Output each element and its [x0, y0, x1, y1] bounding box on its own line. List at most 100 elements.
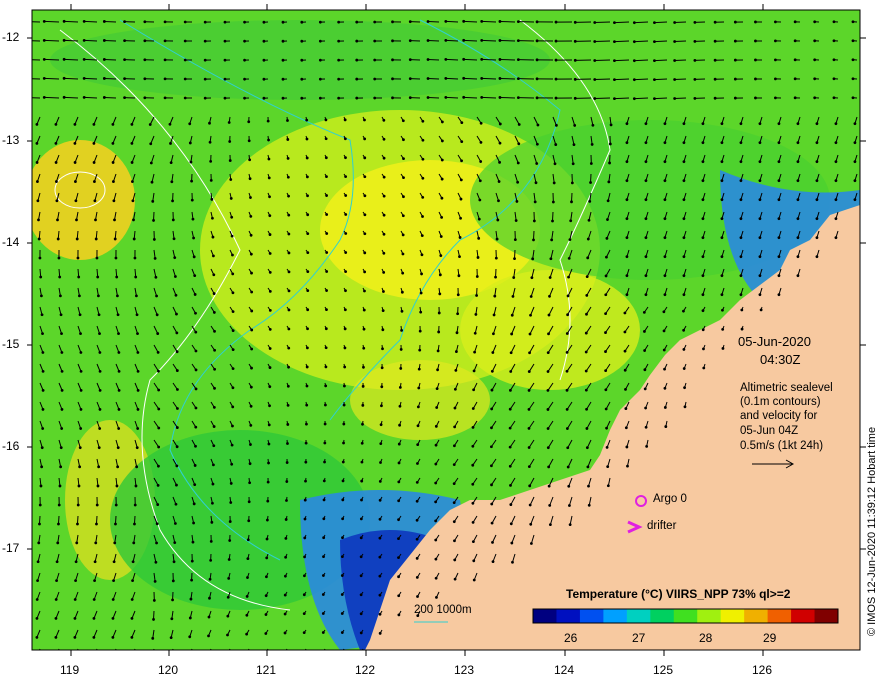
velocity-arrow-head — [92, 122, 96, 126]
velocity-arrow-head — [462, 95, 466, 99]
velocity-arrow-head — [212, 254, 215, 258]
velocity-arrow-head — [243, 58, 246, 62]
velocity-arrow-head — [303, 574, 306, 578]
velocity-arrow-head — [188, 141, 192, 145]
velocity-arrow-head — [152, 599, 156, 602]
velocity-arrow-head — [453, 577, 457, 581]
velocity-arrow-head — [79, 427, 83, 430]
velocity-arrow-head — [554, 143, 558, 146]
velocity-arrow-head — [134, 484, 138, 488]
velocity-arrow-head — [570, 181, 574, 185]
velocity-arrow-head — [363, 232, 367, 236]
velocity-arrow-head — [515, 200, 519, 203]
velocity-arrow-head — [444, 39, 448, 42]
velocity-arrow-head — [434, 576, 438, 580]
velocity-arrow-head — [135, 465, 139, 469]
velocity-arrow-head — [73, 616, 77, 620]
velocity-arrow-head — [264, 594, 268, 598]
velocity-arrow-head — [528, 332, 532, 336]
velocity-arrow-head — [391, 39, 394, 43]
velocity-arrow-head — [287, 194, 290, 198]
velocity-arrow — [654, 97, 668, 100]
velocity-arrow-head — [573, 77, 577, 81]
velocity-arrow-head — [777, 236, 781, 240]
velocity-arrow-head — [359, 593, 363, 597]
velocity-arrow-head — [420, 253, 424, 257]
velocity-arrow-head — [701, 217, 705, 221]
velocity-arrow-head — [490, 521, 494, 525]
velocity-arrow-head — [287, 270, 291, 274]
lat-label: -16 — [2, 439, 20, 453]
velocity-arrow-head — [305, 137, 309, 141]
colorbar-swatch — [814, 609, 839, 623]
velocity-arrow-head — [535, 39, 539, 43]
velocity-arrow-head — [644, 236, 648, 240]
velocity-arrow-head — [343, 346, 347, 350]
velocity-arrow-head — [115, 484, 119, 488]
velocity-arrow-head — [363, 270, 367, 274]
velocity-arrow-head — [360, 498, 363, 502]
velocity-arrow-head — [192, 521, 195, 525]
velocity-arrow-head — [758, 217, 762, 221]
velocity-arrow-head — [102, 96, 106, 99]
velocity-arrow-head — [701, 179, 705, 183]
velocity-arrow-head — [682, 141, 686, 145]
velocity-arrow-head — [286, 442, 289, 445]
velocity-arrow-head — [302, 612, 306, 616]
velocity-arrow-head — [151, 656, 154, 659]
velocity-arrow-head — [739, 255, 743, 259]
velocity-arrow-head — [834, 141, 838, 145]
velocity-arrow-head — [343, 327, 347, 331]
velocity-arrow-head — [223, 39, 227, 43]
colorbar-swatch — [697, 609, 722, 623]
velocity-arrow-head — [82, 57, 86, 61]
velocity-arrow-head — [511, 294, 515, 298]
lat-label: -14 — [2, 235, 20, 249]
velocity-arrow-head — [498, 96, 502, 99]
velocity-arrow-head — [344, 213, 348, 216]
velocity-arrow-head — [324, 118, 328, 122]
velocity-arrow — [614, 40, 630, 43]
velocity-arrow-head — [624, 426, 628, 430]
velocity-arrow-head — [701, 309, 705, 313]
velocity-arrow-head — [284, 651, 287, 654]
velocity-arrow-head — [131, 560, 135, 564]
velocity-arrow-head — [796, 274, 800, 278]
velocity-arrow-head — [117, 408, 121, 411]
velocity-arrow-head — [116, 446, 120, 450]
velocity-arrow-head — [123, 77, 126, 80]
velocity-arrow-head — [243, 96, 246, 100]
velocity-arrow-head — [132, 237, 136, 241]
velocity-arrow-head — [79, 369, 83, 373]
velocity-arrow-head — [111, 161, 115, 164]
velocity-arrow-head — [318, 20, 322, 24]
velocity-arrow-head — [713, 96, 717, 100]
velocity-arrow-head — [796, 217, 800, 221]
velocity-arrow-head — [452, 482, 456, 485]
velocity-arrow-head — [853, 141, 857, 145]
velocity-arrow-head — [378, 593, 382, 597]
velocity-arrow-head — [653, 78, 656, 82]
velocity-arrow-head — [228, 140, 232, 143]
velocity-arrow-head — [606, 465, 610, 469]
velocity-arrow-head — [117, 427, 121, 430]
velocity-arrow-head — [302, 593, 306, 597]
velocity-arrow-head — [76, 503, 80, 507]
velocity-arrow-head — [777, 217, 781, 221]
velocity-arrow-head — [113, 541, 117, 545]
velocity-arrow-head — [250, 290, 254, 294]
velocity-arrow-head — [754, 20, 757, 24]
velocity-arrow-head — [268, 366, 272, 369]
colorbar-swatch — [673, 609, 698, 623]
velocity-arrow-head — [378, 612, 382, 616]
velocity-arrow-head — [492, 332, 495, 336]
velocity-arrow-head — [175, 464, 179, 468]
velocity-arrow-head — [796, 255, 800, 259]
velocity-arrow-head — [569, 219, 573, 223]
velocity-arrow-head — [434, 500, 438, 504]
velocity-arrow-head — [663, 406, 667, 409]
velocity-arrow-head — [268, 233, 272, 236]
velocity-arrow-head — [281, 58, 285, 62]
velocity-arrow-head — [176, 407, 179, 410]
velocity-arrow-head — [434, 557, 438, 561]
